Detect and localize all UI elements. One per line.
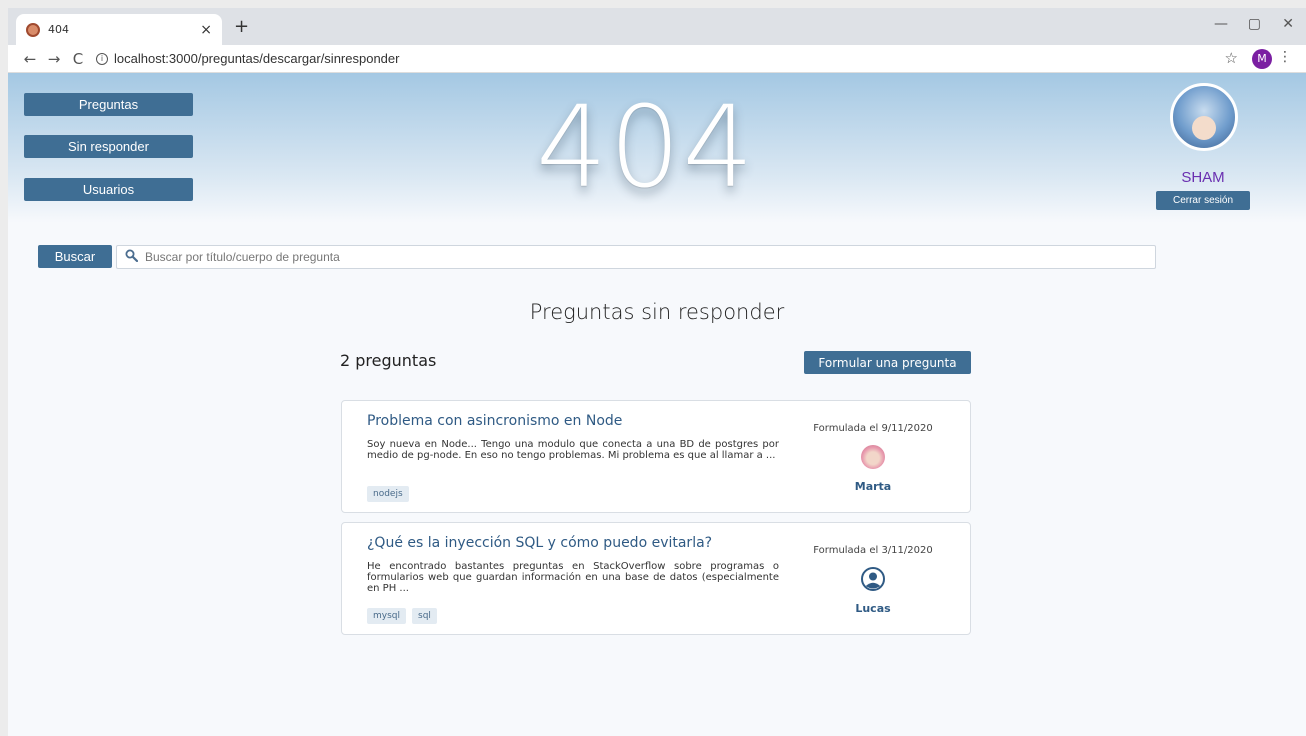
logout-button[interactable]: Cerrar sesión — [1156, 191, 1250, 210]
user-avatar — [1170, 83, 1238, 151]
reload-icon[interactable]: C — [66, 50, 90, 68]
page-title: Preguntas sin responder — [529, 300, 785, 324]
question-title-link[interactable]: ¿Qué es la inyección SQL y cómo puedo ev… — [367, 535, 712, 551]
nav-sin-responder-button[interactable]: Sin responder — [24, 135, 193, 158]
page-header: Preguntas Sin responder Usuarios 404 SHA… — [8, 73, 1306, 223]
browser-tab[interactable]: 404 × — [16, 14, 222, 45]
user-silhouette-icon[interactable] — [861, 567, 885, 591]
question-date: Formulada el 3/11/2020 — [813, 545, 933, 556]
question-title-link[interactable]: Problema con asincronismo en Node — [367, 413, 622, 429]
question-excerpt: He encontrado bastantes preguntas en Sta… — [367, 561, 779, 594]
tab-close-icon[interactable]: × — [200, 22, 212, 38]
ask-question-button[interactable]: Formular una pregunta — [804, 351, 971, 374]
search-input[interactable] — [141, 247, 1155, 267]
question-card: Problema con asincronismo en Node Soy nu… — [341, 400, 971, 513]
user-name: SHAM — [1181, 169, 1225, 186]
author-name-link[interactable]: Lucas — [808, 602, 938, 615]
close-window-icon[interactable]: ✕ — [1282, 16, 1294, 32]
menu-icon[interactable]: ⋮ — [1278, 49, 1292, 65]
forward-icon[interactable]: → — [42, 50, 66, 68]
favicon-icon — [26, 22, 40, 37]
search-box[interactable] — [116, 245, 1156, 269]
nav-preguntas-button[interactable]: Preguntas — [24, 93, 193, 116]
nav-usuarios-button[interactable]: Usuarios — [24, 178, 193, 201]
question-card: ¿Qué es la inyección SQL y cómo puedo ev… — [341, 522, 971, 635]
new-tab-icon[interactable]: + — [234, 16, 249, 37]
bookmark-star-icon[interactable]: ☆ — [1225, 49, 1238, 67]
question-count: 2 preguntas — [340, 351, 437, 370]
question-excerpt: Soy nueva en Node... Tengo una modulo qu… — [367, 439, 779, 461]
tag-sql[interactable]: sql — [412, 608, 437, 624]
tab-title: 404 — [48, 23, 69, 36]
search-bar: Buscar — [38, 245, 1158, 269]
banner-404: 404 — [536, 83, 756, 213]
search-button[interactable]: Buscar — [38, 245, 112, 268]
url-field[interactable]: i localhost:3000/preguntas/descargar/sin… — [96, 51, 399, 66]
profile-avatar[interactable]: M — [1252, 49, 1272, 69]
author-avatar[interactable] — [861, 445, 885, 469]
author-name-link[interactable]: Marta — [808, 480, 938, 493]
minimize-icon[interactable]: — — [1214, 16, 1228, 32]
question-date: Formulada el 9/11/2020 — [813, 423, 933, 434]
tag-list: mysql sql — [367, 608, 437, 624]
url-text[interactable]: localhost:3000/preguntas/descargar/sinre… — [114, 51, 399, 66]
page-content: Preguntas Sin responder Usuarios 404 SHA… — [8, 73, 1306, 736]
search-icon — [121, 249, 141, 265]
info-icon[interactable]: i — [96, 52, 108, 65]
browser-window: 404 × + — ▢ ✕ ← → C i localhost:3000/pre… — [8, 8, 1306, 736]
maximize-icon[interactable]: ▢ — [1248, 16, 1261, 32]
tab-bar: 404 × + — ▢ ✕ — [8, 8, 1306, 45]
tag-list: nodejs — [367, 486, 409, 502]
tag-mysql[interactable]: mysql — [367, 608, 406, 624]
address-bar: ← → C i localhost:3000/preguntas/descarg… — [8, 45, 1306, 73]
avatar-face — [1192, 116, 1216, 140]
back-icon[interactable]: ← — [18, 50, 42, 68]
tag-nodejs[interactable]: nodejs — [367, 486, 409, 502]
